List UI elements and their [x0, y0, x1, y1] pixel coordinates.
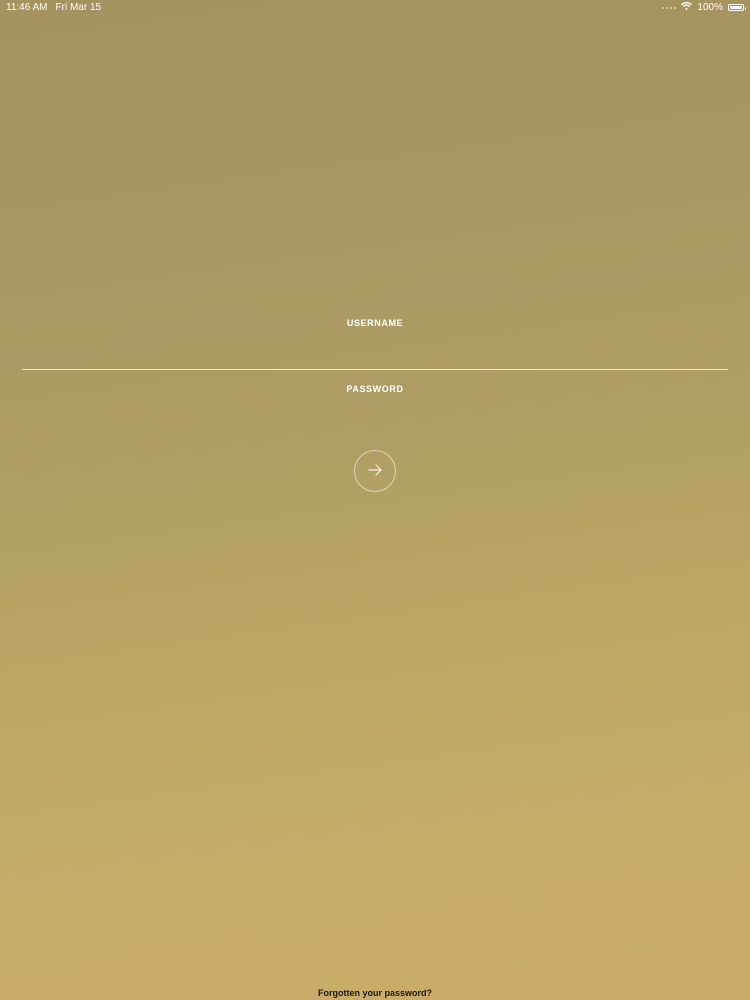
field-divider [22, 369, 728, 370]
battery-icon [728, 4, 746, 11]
status-date: Fri Mar 15 [55, 2, 102, 13]
username-label: USERNAME [346, 318, 404, 328]
battery-percent: 100% [697, 2, 723, 13]
status-left: 11:46 AM Fri Mar 15 [6, 2, 101, 13]
wifi-icon [681, 2, 693, 13]
status-time: 11:46 AM [6, 2, 48, 13]
username-input[interactable] [22, 337, 728, 363]
cellular-dots-icon [662, 6, 677, 9]
forgot-password-link[interactable]: Forgotten your password? [0, 988, 750, 998]
login-submit-button[interactable] [354, 450, 396, 492]
password-label: PASSWORD [346, 384, 404, 394]
status-bar: 11:46 AM Fri Mar 15 100% [0, 0, 750, 16]
arrow-right-icon [366, 461, 384, 482]
status-right: 100% [662, 2, 746, 13]
battery-fill [730, 6, 742, 9]
password-input[interactable] [22, 402, 728, 428]
